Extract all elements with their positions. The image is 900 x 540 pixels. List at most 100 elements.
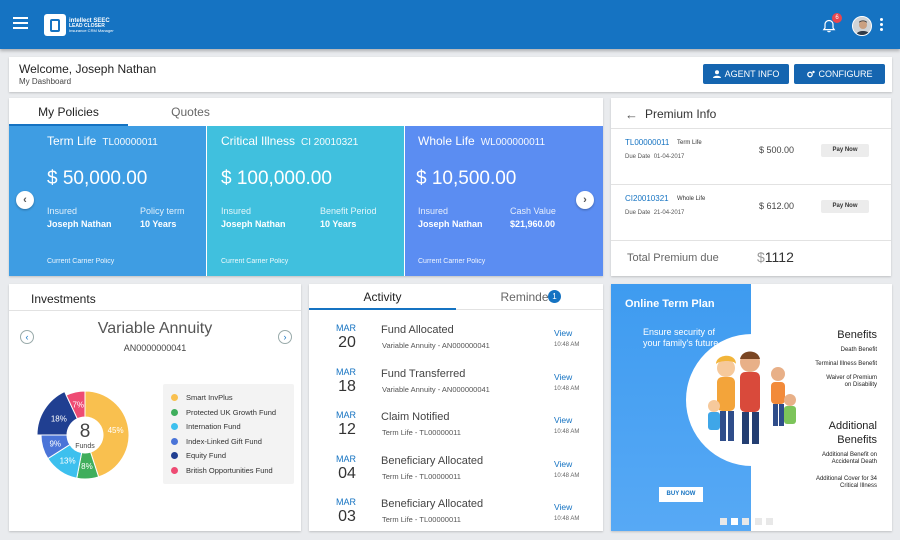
activity-month: MAR bbox=[336, 453, 356, 464]
premium-policy-id[interactable]: TL00000011 bbox=[625, 138, 669, 147]
benefits-title: Benefits bbox=[837, 329, 877, 341]
cash-value-value: $21,960.00 bbox=[510, 219, 556, 229]
activity-day: 03 bbox=[338, 508, 356, 526]
premium-policy-id[interactable]: CI20010321 bbox=[625, 194, 669, 203]
legend-swatch bbox=[171, 394, 178, 401]
configure-button[interactable]: CONFIGURE bbox=[794, 64, 885, 84]
legend-swatch bbox=[171, 408, 178, 416]
policy-card-term-life[interactable]: Term Life TL00000011 $ 50,000.00 Insured … bbox=[9, 126, 206, 276]
chevron-right-icon: › bbox=[283, 332, 287, 342]
view-link[interactable]: View bbox=[554, 502, 572, 512]
tab-activity[interactable]: Activity bbox=[309, 284, 456, 310]
premium-row: CI20010321 Whole Life Due Date 21-04-201… bbox=[611, 184, 891, 240]
donut-slice-label: 18% bbox=[51, 414, 67, 423]
user-photo-icon bbox=[853, 17, 871, 35]
carousel-dot[interactable] bbox=[766, 518, 773, 525]
fund-legend: Smart InvPlus Protected UK Growth Fund Int… bbox=[163, 384, 294, 484]
family-image-icon bbox=[708, 351, 796, 444]
activity-item: MAR 18 Fund Transferred Variable Annuity - … bbox=[309, 362, 603, 406]
premium-policy-type: Term Life bbox=[677, 140, 702, 146]
activity-time: 10:48 AM bbox=[554, 342, 580, 348]
activity-month: MAR bbox=[336, 366, 356, 377]
view-link[interactable]: View bbox=[554, 372, 572, 382]
legend-item: Smart InvPlus bbox=[171, 393, 233, 402]
due-date-value: 01-04-2017 bbox=[653, 154, 685, 160]
chevron-right-icon: › bbox=[583, 194, 587, 206]
pay-now-button[interactable]: Pay Now bbox=[821, 200, 869, 213]
agent-info-button[interactable]: AGENT INFO bbox=[703, 64, 789, 84]
view-link[interactable]: View bbox=[554, 328, 572, 338]
insured-value: Joseph Nathan bbox=[418, 219, 483, 229]
fund-next-button[interactable]: › bbox=[278, 330, 292, 344]
family-illustration bbox=[686, 334, 818, 466]
activity-item: MAR 04 Beneficiary Allocated Term Life - TL… bbox=[309, 449, 603, 493]
insured-label: Insured bbox=[47, 206, 78, 216]
premium-policy-type: Whole Life bbox=[677, 196, 706, 202]
policy-card-critical-illness[interactable]: Critical Illness CI 20010321 $ 100,000.00… bbox=[207, 126, 404, 276]
legend-item: Internation Fund bbox=[171, 422, 241, 431]
premium-info-title: Premium Info bbox=[645, 107, 717, 121]
buy-now-button[interactable]: BUY NOW bbox=[659, 487, 703, 502]
activity-time: 10:48 AM bbox=[554, 385, 580, 392]
top-app-bar: intellect SEEC LEAD CLOSER Insurance CRM… bbox=[0, 0, 900, 49]
additional-benefit-item: Additional Cover for 34 bbox=[815, 476, 877, 482]
fund-allocation-donut-chart: 45% 8% 13% 9% 18% 7% 8Funds bbox=[36, 390, 130, 480]
carousel-dot[interactable] bbox=[742, 518, 749, 525]
total-premium-value: 1112 bbox=[764, 249, 794, 265]
insured-label: Insured bbox=[221, 206, 252, 216]
carousel-dot-active[interactable] bbox=[731, 518, 738, 525]
user-avatar[interactable] bbox=[852, 16, 872, 36]
activity-subtitle: Term Life - TL00000011 bbox=[382, 515, 461, 525]
online-term-plan-banner: Online Term Plan Ensure security of your… bbox=[611, 284, 892, 531]
activity-title: Beneficiary Allocated bbox=[381, 454, 484, 467]
benefit-period-value: 10 Years bbox=[320, 219, 357, 229]
policies-panel: My Policies Quotes Term Life TL00000011 $… bbox=[9, 98, 603, 276]
app-logo[interactable]: intellect SEEC LEAD CLOSER Insurance CRM… bbox=[44, 13, 114, 37]
investments-panel: Investments Variable Annuity AN000000004… bbox=[9, 284, 301, 531]
tab-my-policies[interactable]: My Policies bbox=[9, 98, 128, 126]
additional-benefits-title: Additional bbox=[828, 420, 877, 432]
policy-amount: $ 50,000.00 bbox=[47, 168, 148, 189]
person-icon bbox=[712, 70, 721, 78]
promo-title: Online Term Plan bbox=[625, 298, 715, 310]
view-link[interactable]: View bbox=[554, 459, 572, 469]
donut-slice-label: 9% bbox=[49, 440, 61, 449]
policy-term-value: 10 Years bbox=[140, 219, 177, 229]
investments-title: Investments bbox=[31, 292, 96, 306]
policy-id: CI 20010321 bbox=[301, 137, 359, 148]
policy-card-whole-life[interactable]: Whole Life WL000000011 $ 10,500.00 Insure… bbox=[405, 126, 603, 276]
activity-title: Beneficiary Allocated bbox=[381, 498, 484, 511]
benefit-item: Waiver of Premium bbox=[826, 375, 877, 381]
benefit-item: on Disability bbox=[844, 382, 877, 388]
tab-reminders[interactable]: Reminders bbox=[456, 284, 603, 310]
tab-quotes[interactable]: Quotes bbox=[128, 98, 253, 126]
activity-item: MAR 12 Claim Notified Term Life - TL0000001… bbox=[309, 405, 603, 449]
activity-time: 10:48 AM bbox=[554, 516, 580, 523]
view-link[interactable]: View bbox=[554, 415, 572, 425]
policy-name: Term Life bbox=[47, 134, 97, 148]
activity-title: Fund Allocated bbox=[381, 324, 454, 336]
due-date-value: 21-04-2017 bbox=[653, 210, 685, 216]
chevron-left-icon: ‹ bbox=[23, 194, 27, 206]
due-date-label: Due Date bbox=[625, 210, 651, 216]
more-options-icon[interactable] bbox=[880, 18, 884, 32]
policies-prev-button[interactable]: ‹ bbox=[16, 191, 34, 209]
additional-benefit-item: Accidental Death bbox=[831, 459, 877, 465]
activity-day: 20 bbox=[338, 334, 356, 351]
insured-label: Insured bbox=[418, 206, 449, 216]
legend-label: Internation Fund bbox=[186, 422, 241, 431]
pay-now-button[interactable]: Pay Now bbox=[821, 144, 869, 157]
carrier-policy-label: Current Carrier Policy bbox=[47, 258, 115, 265]
back-arrow-icon[interactable]: ← bbox=[625, 107, 638, 122]
premium-amount: $ 500.00 bbox=[759, 145, 795, 155]
due-date-label: Due Date bbox=[625, 154, 651, 160]
hamburger-menu-icon[interactable] bbox=[13, 17, 28, 29]
activity-subtitle: Variable Annuity - AN000000041 bbox=[382, 341, 490, 350]
carousel-dot[interactable] bbox=[755, 518, 762, 525]
fund-prev-button[interactable]: ‹ bbox=[20, 330, 34, 344]
insured-value: Joseph Nathan bbox=[221, 219, 286, 229]
policies-next-button[interactable]: › bbox=[576, 191, 594, 209]
carousel-dot[interactable] bbox=[720, 518, 727, 525]
notification-count-badge: 6 bbox=[832, 13, 842, 23]
reminders-count-badge: 1 bbox=[548, 290, 561, 303]
